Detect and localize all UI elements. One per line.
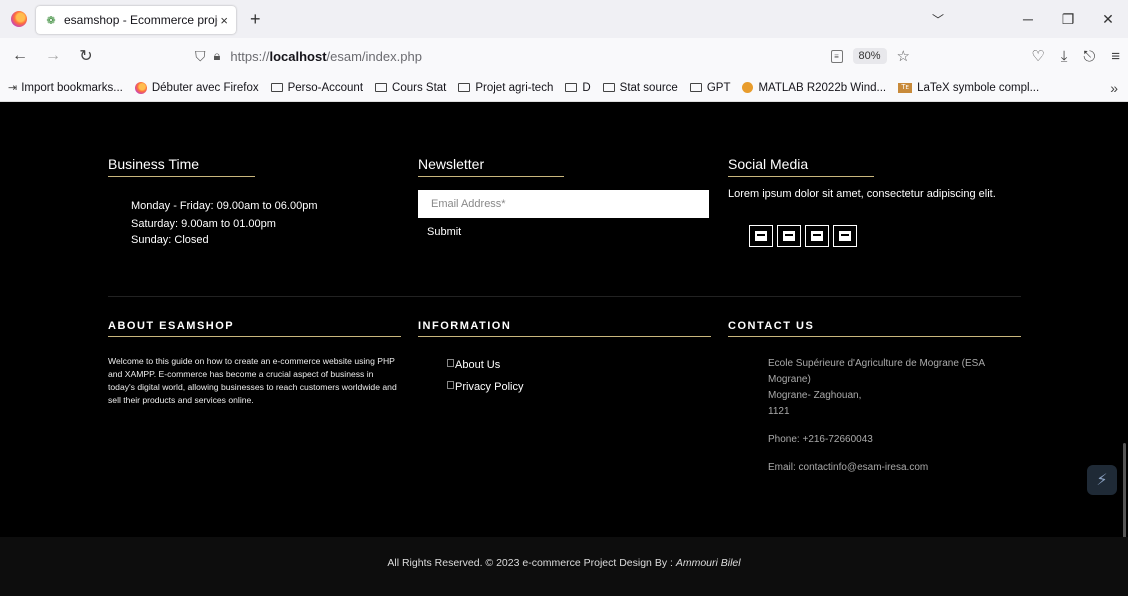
social-link-icon[interactable] xyxy=(749,225,773,247)
tab-close-icon[interactable]: × xyxy=(220,13,228,28)
url-host: localhost xyxy=(269,48,327,64)
business-hours-list: Monday - Friday: 09.00am to 06.00pm Satu… xyxy=(131,198,317,248)
list-all-tabs-icon[interactable]: ﹀ xyxy=(918,11,958,28)
contact-phone: Phone: +216-72660043 xyxy=(768,434,873,445)
reload-icon[interactable]: ↻ xyxy=(73,46,99,66)
folder-icon xyxy=(602,83,615,92)
contact-postcode: 1121 xyxy=(768,406,790,417)
social-media-title: Social Media xyxy=(728,156,809,172)
hours-weekdays: Monday - Friday: 09.00am to 06.00pm xyxy=(131,200,318,212)
newsletter-underline xyxy=(418,176,564,177)
window-controls: ﹀ ─ ❐ ✕ xyxy=(918,0,1128,38)
social-icons xyxy=(749,225,857,247)
bookmark-folder[interactable]: Projet agri-tech xyxy=(458,82,553,94)
about-us-link[interactable]: About Us xyxy=(447,359,500,371)
copyright-text: All Rights Reserved. © 2023 e-commerce P… xyxy=(387,557,741,569)
toolbar-right: ♡ ⤓ ⎋ ≡ xyxy=(1031,38,1120,74)
pocket-icon[interactable]: ♡ xyxy=(1031,47,1044,65)
social-media-underline xyxy=(728,176,874,177)
downloads-icon[interactable]: ⤓ xyxy=(1061,48,1068,65)
submit-button[interactable]: Submit xyxy=(427,226,461,238)
footer-divider xyxy=(108,296,1021,297)
folder-icon xyxy=(270,83,283,92)
newsletter-title: Newsletter xyxy=(418,156,485,172)
bookmark-folder[interactable]: D xyxy=(565,82,591,94)
zoom-level[interactable]: 80% xyxy=(852,48,887,64)
floating-action-icon[interactable]: ⚡ xyxy=(1087,465,1117,495)
browser-window: ❁ esamshop - Ecommerce project × + ﹀ ─ ❐… xyxy=(0,0,1128,596)
reader-view-icon[interactable]: ≡ xyxy=(830,49,843,63)
menu-icon[interactable]: ≡ xyxy=(1111,48,1120,65)
latex-icon: Tᴇ xyxy=(898,82,913,93)
information-title: INFORMATION xyxy=(418,320,512,332)
bookmark-folder[interactable]: Perso-Account xyxy=(270,82,363,94)
tab-esamshop[interactable]: ❁ esamshop - Ecommerce project × xyxy=(36,6,236,34)
bookmark-matlab[interactable]: MATLAB R2022b Wind... xyxy=(742,82,886,94)
author-name: Ammouri Bilel xyxy=(675,557,741,569)
url-bar[interactable]: ⛉ 🔒︎ https://localhost/esam/index.php ≡ … xyxy=(195,42,910,70)
social-link-icon[interactable] xyxy=(805,225,829,247)
privacy-policy-link[interactable]: Privacy Policy xyxy=(447,381,523,393)
firefox-icon xyxy=(134,81,147,94)
broken-image-icon xyxy=(447,359,454,367)
new-tab-button[interactable]: + xyxy=(250,9,261,30)
page-footer: Business Time Monday - Friday: 09.00am t… xyxy=(0,103,1128,596)
information-underline xyxy=(418,336,711,337)
bookmark-latex[interactable]: Tᴇ LaTeX symbole compl... xyxy=(898,82,1039,94)
forward-icon[interactable]: → xyxy=(40,47,66,65)
folder-icon xyxy=(565,83,578,92)
import-icon: ⇥ xyxy=(8,82,18,94)
bookmarks-toolbar: ⇥ Import bookmarks... Débuter avec Firefo… xyxy=(0,74,1128,102)
tracking-shield-icon[interactable]: ⛉ xyxy=(195,48,206,65)
bookmark-folder[interactable]: Stat source xyxy=(602,82,678,94)
social-description: Lorem ipsum dolor sit amet, consectetur … xyxy=(728,188,996,200)
about-underline xyxy=(108,336,401,337)
tab-title: esamshop - Ecommerce project xyxy=(64,13,219,27)
site-favicon-icon: ❁ xyxy=(46,14,56,27)
hours-sunday: Sunday: Closed xyxy=(131,234,209,246)
folder-icon xyxy=(689,83,702,92)
social-link-icon[interactable] xyxy=(777,225,801,247)
contact-details: Ecole Supérieure d'Agriculture de Mogran… xyxy=(768,356,1008,476)
hours-saturday: Saturday: 9.00am to 01.00pm xyxy=(131,218,276,230)
bookmark-folder[interactable]: GPT xyxy=(689,82,730,94)
url-path: /esam/index.php xyxy=(326,48,422,64)
bookmark-import[interactable]: ⇥ Import bookmarks... xyxy=(8,81,123,95)
folder-icon xyxy=(375,83,388,92)
bookmark-folder[interactable]: Cours Stat xyxy=(375,82,446,94)
more-bookmarks-icon[interactable]: » xyxy=(1110,80,1118,96)
social-link-icon[interactable] xyxy=(833,225,857,247)
folder-icon xyxy=(458,83,471,92)
about-title: ABOUT ESAMSHOP xyxy=(108,320,235,332)
contact-underline xyxy=(728,336,1021,337)
restore-icon[interactable]: ❐ xyxy=(1048,11,1088,28)
url-actions: ≡ 80% ☆ xyxy=(830,47,910,65)
business-time-underline xyxy=(108,176,255,177)
nav-bar: ← → ↻ ⛉ 🔒︎ https://localhost/esam/index.… xyxy=(0,38,1128,74)
firefox-icon[interactable] xyxy=(11,11,27,27)
broken-image-icon xyxy=(447,381,454,389)
bookmark-firefox[interactable]: Débuter avec Firefox xyxy=(134,81,259,94)
back-icon[interactable]: ← xyxy=(7,47,33,65)
tab-bar: ❁ esamshop - Ecommerce project × + ﹀ ─ ❐… xyxy=(0,0,1128,38)
url-protocol: https:// xyxy=(230,48,270,64)
close-window-icon[interactable]: ✕ xyxy=(1088,11,1128,28)
matlab-icon xyxy=(742,82,754,93)
minimize-icon[interactable]: ─ xyxy=(1008,11,1048,27)
contact-title: CONTACT US xyxy=(728,320,815,332)
business-time-title: Business Time xyxy=(108,156,200,172)
share-icon[interactable]: ⎋ xyxy=(1083,48,1095,65)
contact-city: Mograne- Zaghouan, xyxy=(768,390,862,401)
about-text: Welcome to this guide on how to create a… xyxy=(108,356,397,405)
bookmark-star-icon[interactable]: ☆ xyxy=(897,47,910,65)
contact-address: Ecole Supérieure d'Agriculture de Mogran… xyxy=(768,358,985,385)
contact-email: Email: contactinfo@esam-iresa.com xyxy=(768,462,929,473)
lock-icon[interactable]: 🔒︎ xyxy=(214,48,221,64)
email-field[interactable] xyxy=(418,190,709,218)
